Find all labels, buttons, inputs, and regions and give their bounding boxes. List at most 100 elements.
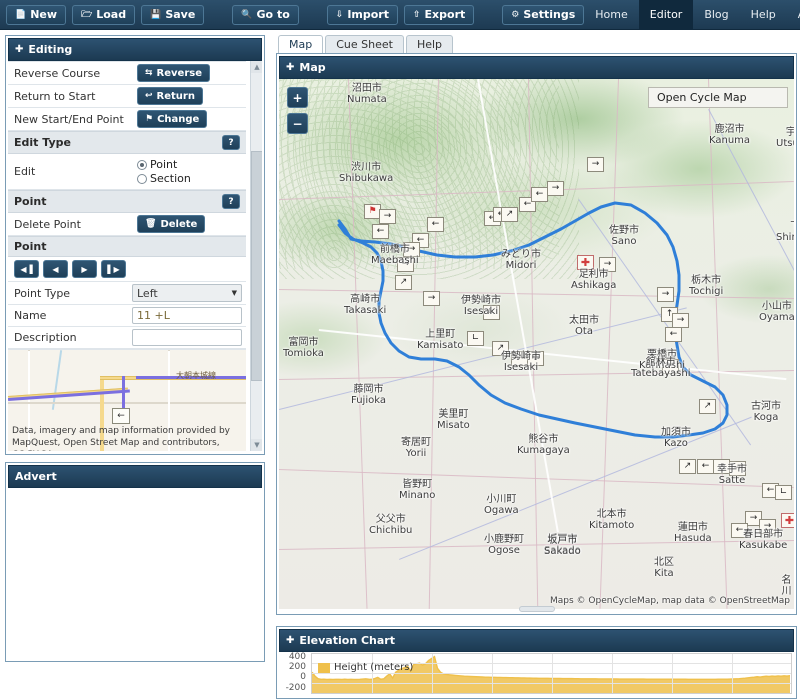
delete-point-row: Delete Point 🗑 Delete	[8, 213, 246, 236]
elevation-panel-header[interactable]: ✚ Elevation Chart	[279, 629, 794, 652]
route-marker[interactable]: ←	[662, 359, 679, 374]
import-button[interactable]: ⇩ Import	[326, 4, 398, 25]
route-marker[interactable]: →	[587, 157, 604, 172]
return-button[interactable]: ↩ Return	[137, 87, 203, 105]
delete-button[interactable]: 🗑 Delete	[137, 215, 206, 233]
nav-link-blog[interactable]: Blog	[693, 0, 739, 30]
zoom-in-button[interactable]: +	[287, 87, 308, 108]
route-marker[interactable]: →	[657, 287, 674, 302]
edit-type-option-section[interactable]: Section	[137, 172, 191, 185]
route-marker[interactable]: ↗	[699, 399, 716, 414]
settings-button[interactable]: ⚙ Settings	[502, 4, 585, 25]
edit-type-option-point[interactable]: Point	[137, 158, 191, 171]
map-resize-handle[interactable]	[518, 606, 555, 612]
point-section-header: Point ?	[8, 190, 246, 213]
flag-icon: ⚑	[145, 114, 154, 124]
previous-point-button[interactable]: ◀	[43, 260, 68, 278]
route-marker[interactable]: ←	[665, 327, 682, 342]
elevation-panel-title: Elevation Chart	[299, 634, 395, 647]
route-marker[interactable]: →	[759, 519, 776, 534]
route-marker[interactable]: →	[713, 459, 730, 474]
radio-section-icon[interactable]	[137, 173, 147, 184]
y-tick-200: 200	[288, 662, 306, 672]
goto-button[interactable]: 🔍 Go to	[232, 4, 299, 25]
last-point-button[interactable]: ▌▶	[101, 260, 126, 278]
new-button[interactable]: 📄 New	[6, 4, 67, 25]
nav-link-about[interactable]: About	[787, 0, 800, 30]
map-layer-selector[interactable]: Open Cycle Map	[648, 87, 788, 108]
change-button[interactable]: ⚑ Change	[137, 110, 208, 128]
route-marker[interactable]: ←	[531, 187, 548, 202]
route-marker[interactable]: →	[599, 257, 616, 272]
edit-type-help-button[interactable]: ?	[222, 135, 240, 150]
file-icon: 📄	[15, 9, 27, 20]
route-marker[interactable]: →	[379, 209, 396, 224]
route-marker[interactable]: ∟	[467, 331, 484, 346]
elevation-plot-area[interactable]: Height (meters)	[311, 653, 792, 694]
edit-type-option-point-label: Point	[150, 158, 178, 171]
route-marker[interactable]: ←	[697, 459, 714, 474]
scroll-down-arrow-icon[interactable]: ▼	[251, 439, 262, 451]
route-marker[interactable]: →	[547, 181, 564, 196]
point-type-select[interactable]: Left ▼	[132, 284, 242, 302]
point-name-input[interactable]: 11 +L	[132, 307, 242, 324]
route-marker-hospital[interactable]: ✚	[781, 513, 794, 528]
editing-panel: ✚ Editing Undo last change ↶ Undo Revers…	[5, 35, 265, 455]
route-marker-hospital[interactable]: ✚	[577, 255, 594, 270]
tab-help[interactable]: Help	[405, 35, 454, 54]
load-button-label: Load	[96, 8, 127, 21]
route-marker[interactable]: ↗	[501, 207, 518, 222]
route-marker[interactable]: →	[397, 257, 414, 272]
route-marker[interactable]: ↗	[395, 275, 412, 290]
export-button[interactable]: ⇧ Export	[403, 4, 475, 25]
nav-link-help[interactable]: Help	[740, 0, 787, 30]
chevron-down-icon: ▼	[231, 289, 237, 297]
route-marker[interactable]: ←	[731, 523, 748, 538]
scroll-up-arrow-icon[interactable]: ▲	[251, 61, 262, 73]
tab-cue-sheet[interactable]: Cue Sheet	[325, 35, 404, 54]
point-description-input[interactable]	[132, 329, 242, 346]
tab-map[interactable]: Map	[278, 35, 324, 54]
grid-line-v	[432, 654, 433, 693]
first-point-button[interactable]: ◀▐	[14, 260, 39, 278]
editing-panel-header[interactable]: ✚ Editing	[8, 38, 262, 61]
next-point-button[interactable]: ▶	[72, 260, 97, 278]
route-marker[interactable]: ↗	[679, 459, 696, 474]
map-canvas[interactable]: ⚑ → ← ← ← ← → → ↗ → ∟ ∟ ↗ ← ✚ ← ↗ ← ← → …	[279, 79, 794, 609]
route-marker[interactable]: →	[729, 461, 746, 476]
route-marker[interactable]: →	[672, 313, 689, 328]
save-button[interactable]: 💾 Save	[141, 4, 205, 25]
advert-content	[8, 488, 262, 656]
zoom-out-button[interactable]: −	[287, 113, 308, 134]
point-name-row: Name 11 +L	[8, 305, 246, 327]
route-marker[interactable]: ∟	[775, 485, 792, 500]
route-marker[interactable]: ∟	[483, 305, 500, 320]
route-marker-hospital[interactable]: ✚	[527, 351, 544, 366]
map-panel-header[interactable]: ✚ Map	[279, 56, 794, 79]
move-handle-icon[interactable]: ✚	[15, 44, 23, 55]
route-marker[interactable]: →	[423, 291, 440, 306]
reverse-button[interactable]: ⇆ Reverse	[137, 64, 210, 82]
load-button[interactable]: 🗁 Load	[72, 4, 136, 25]
point-preview-map[interactable]: 大朝本城線 ← Data, imagery and map informatio…	[8, 349, 246, 451]
move-handle-icon[interactable]: ✚	[286, 62, 294, 73]
return-to-start-label: Return to Start	[14, 89, 96, 103]
return-button-label: Return	[156, 90, 195, 102]
left-sidebar: ✚ Editing Undo last change ↶ Undo Revers…	[0, 30, 270, 669]
scrollbar-thumb[interactable]	[251, 151, 262, 381]
move-handle-icon[interactable]: ✚	[286, 635, 294, 646]
minimap-point-marker[interactable]: ←	[112, 408, 130, 424]
point-help-button[interactable]: ?	[222, 194, 240, 209]
editing-scrollbar[interactable]: ▲ ▼	[250, 61, 262, 451]
route-marker[interactable]: →	[403, 242, 420, 257]
route-marker[interactable]: ←	[372, 224, 389, 239]
route-marker[interactable]: ←	[427, 217, 444, 232]
radio-point-icon[interactable]	[137, 159, 147, 170]
nav-link-editor[interactable]: Editor	[638, 0, 694, 30]
route-marker[interactable]: ↗	[492, 341, 509, 356]
grid-line-v	[372, 654, 373, 693]
nav-link-home[interactable]: Home	[584, 0, 638, 30]
route-marker[interactable]: ←	[511, 351, 528, 366]
map-zoom-controls: + −	[287, 87, 308, 139]
elevation-chart: 400 200 0 -200 Height (meters)	[279, 652, 794, 696]
